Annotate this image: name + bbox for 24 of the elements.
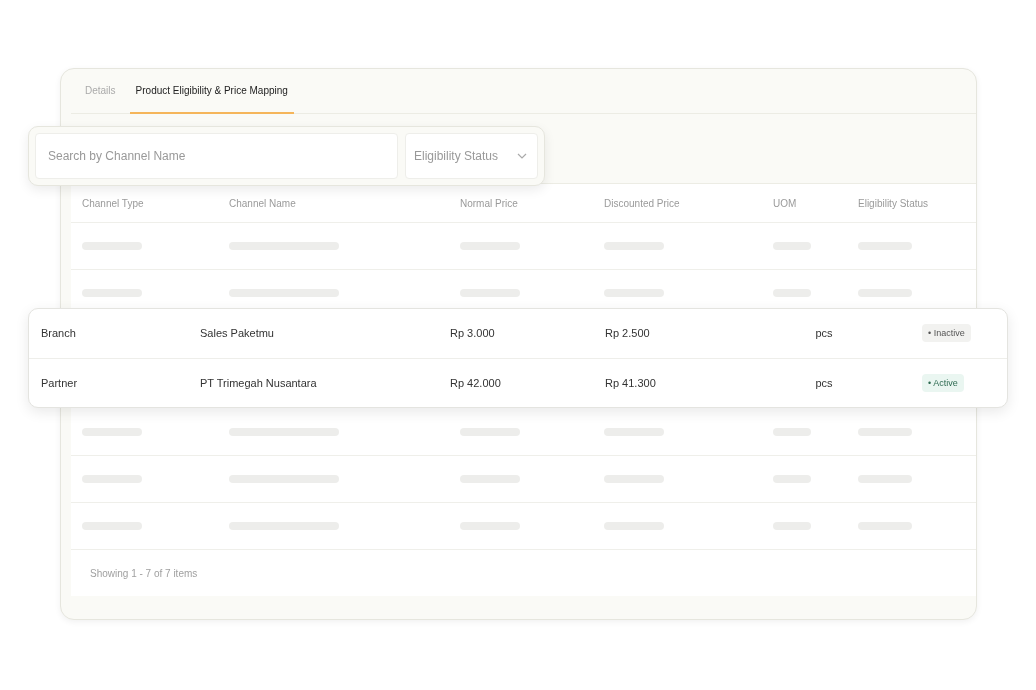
status-dropdown[interactable]: Eligibility Status [405, 133, 538, 179]
table-cell: pcs [815, 327, 833, 340]
column-header: Channel Name [229, 197, 297, 209]
tab[interactable]: Product Eligibility & Price Mapping [129, 69, 294, 114]
tab[interactable]: Details [79, 69, 122, 114]
chevron-down-icon [517, 153, 527, 159]
table-cell-text: Rp 2.500 [605, 327, 651, 340]
table-cell-text: Partner [41, 376, 79, 389]
column-header: Eligibility Status [858, 197, 930, 209]
pagination-info: Showing 1 - 7 of 7 items [90, 567, 198, 579]
table-cell: pcs [815, 376, 833, 389]
column-header: Discounted Price [604, 197, 681, 209]
table-cell-text: PT Trimegah Nusantara [200, 376, 318, 389]
column-header: UOM [773, 197, 798, 209]
table-cell-text: Rp 41.300 [605, 376, 657, 389]
column-header: Channel Type [82, 197, 145, 209]
table-cell-text: Branch [41, 327, 77, 340]
table-cell-text: Rp 42.000 [450, 376, 502, 389]
status-badge: • Inactive [922, 324, 971, 343]
table-cell-text: Sales Paketmu [200, 327, 275, 340]
table-cell-text: Rp 3.000 [450, 327, 496, 340]
column-header: Normal Price [460, 197, 519, 209]
status-badge: • Active [922, 373, 964, 392]
search-field[interactable]: Search by Channel Name [35, 133, 398, 179]
